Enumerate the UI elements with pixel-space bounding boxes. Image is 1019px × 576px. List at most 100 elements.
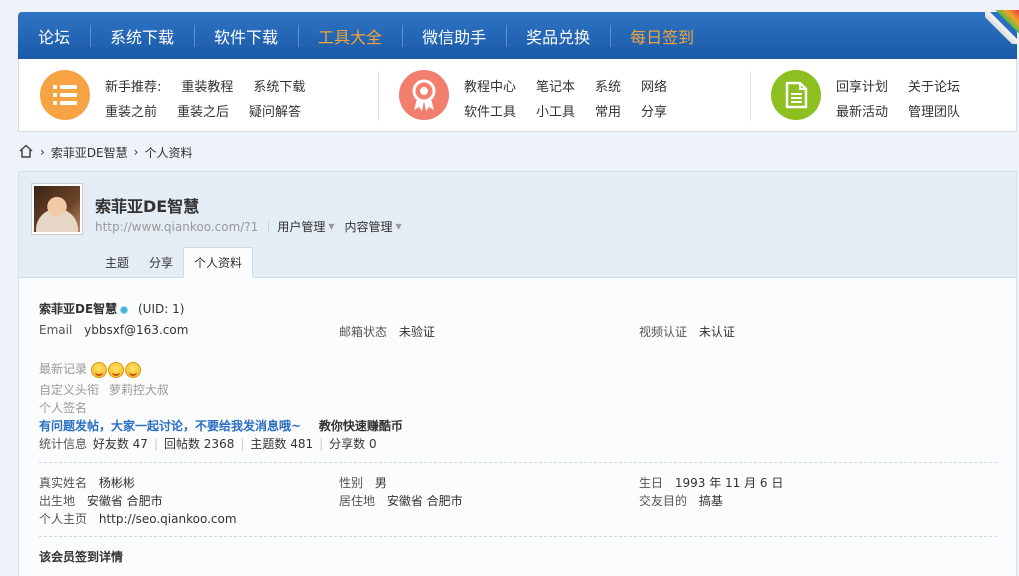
quick-link-laptop[interactable]: 笔记本	[536, 76, 575, 95]
birthday-value: 1993 年 11 月 6 日	[674, 476, 784, 490]
custom-title-value: 萝莉控大叔	[108, 383, 169, 397]
smiley-emoji-icon	[124, 361, 141, 378]
quick-link-faq[interactable]: 疑问解答	[249, 101, 301, 120]
quick-link-system[interactable]: 系统	[595, 76, 621, 95]
signature-label-row: 个人签名	[39, 399, 87, 416]
checkin-title-row: 该会员签到详情	[39, 548, 123, 565]
birthplace-label: 出生地	[39, 494, 76, 508]
breadcrumb-user[interactable]: 索菲亚DE智慧	[51, 144, 128, 161]
tab-profile[interactable]: 个人资料	[183, 247, 254, 278]
homepage-link[interactable]: http://seo.qiankoo.com	[99, 512, 237, 526]
signature-row: 有问题发帖，大家一起讨论，不要给我发消息哦~ 教你快速赚酷币	[39, 417, 403, 434]
section-divider	[39, 536, 997, 537]
gender-label: 性别	[339, 476, 364, 490]
nav-item-software-download[interactable]: 软件下载	[194, 12, 298, 59]
checkin-title: 该会员签到详情	[39, 550, 124, 564]
nav-item-daily-checkin[interactable]: 每日签到	[610, 12, 714, 59]
quick-link-beginner-label: 新手推荐:	[105, 80, 162, 95]
nav-item-forum[interactable]: 论坛	[18, 12, 90, 59]
stats-row: 统计信息 好友数 47 | 回帖数 2368 | 主题数 481 | 分享数 0	[39, 437, 377, 451]
quick-link-network[interactable]: 网络	[641, 76, 667, 95]
breadcrumb-current: 个人资料	[144, 145, 193, 160]
tab-threads[interactable]: 主题	[95, 247, 139, 278]
uid-text: (UID: 1)	[138, 302, 185, 316]
email-value: ybbsxf@163.com	[84, 323, 189, 337]
shares-count[interactable]: 分享数 0	[329, 437, 376, 451]
award-icon	[399, 70, 449, 120]
quick-link-system-download[interactable]: 系统下载	[253, 76, 305, 95]
quick-link-common[interactable]: 常用	[595, 101, 621, 120]
residence-row: 居住地 安徽省 合肥市	[339, 492, 463, 509]
profile-url[interactable]: http://www.qiankoo.com/?1	[95, 220, 258, 234]
section-divider	[39, 462, 997, 463]
realname-value: 杨彬彬	[98, 476, 135, 490]
residence-label: 居住地	[339, 494, 376, 508]
nav-item-system-download[interactable]: 系统下载	[90, 12, 194, 59]
user-management-menu[interactable]: 用户管理 ▼	[277, 218, 334, 235]
email-row: Email ybbsxf@163.com	[39, 323, 188, 337]
user-management-label: 用户管理	[277, 220, 326, 234]
quick-link-share-plan[interactable]: 回享计划	[836, 76, 888, 95]
recent-row: 最新记录	[39, 360, 142, 378]
page-curl-icon[interactable]	[985, 10, 1019, 44]
content-management-menu[interactable]: 内容管理 ▼	[344, 218, 401, 235]
uid-row: 索菲亚DE智慧 (UID: 1)	[39, 300, 184, 317]
caret-down-icon: ▼	[395, 222, 402, 231]
birthday-row: 生日 1993 年 11 月 6 日	[639, 474, 783, 491]
friends-count[interactable]: 好友数 47	[93, 437, 148, 451]
quick-nav-panel: 新手推荐: 重装教程 系统下载 重装之前 重装之后 疑问解答 教程中心 笔记本 …	[18, 59, 1017, 132]
mail-status-value: 未验证	[398, 325, 435, 339]
quick-link-tutorial-center[interactable]: 教程中心	[464, 76, 516, 95]
recent-label: 最新记录	[39, 362, 88, 376]
content-management-label: 内容管理	[344, 220, 393, 234]
quick-link-management-team[interactable]: 管理团队	[908, 101, 960, 120]
nav-item-prize-exchange[interactable]: 奖品兑换	[506, 12, 610, 59]
signature-label: 个人签名	[39, 401, 88, 415]
nav-item-wechat-assistant[interactable]: 微信助手	[402, 12, 506, 59]
document-icon	[771, 70, 821, 120]
signature-text[interactable]: 有问题发帖，大家一起讨论，不要给我发消息哦~	[39, 419, 301, 433]
video-status-row: 视频认证 未认证	[639, 323, 735, 340]
quick-link-share[interactable]: 分享	[641, 101, 667, 120]
profile-body-username: 索菲亚DE智慧	[39, 302, 118, 316]
realname-label: 真实姓名	[39, 476, 88, 490]
caret-down-icon: ▼	[328, 222, 335, 231]
email-label: Email	[39, 323, 73, 337]
home-icon[interactable]	[18, 143, 34, 162]
video-auth-value: 未认证	[698, 325, 735, 339]
tab-shares[interactable]: 分享	[139, 247, 183, 278]
residence-value: 安徽省 合肥市	[386, 494, 463, 508]
nav-item-tools[interactable]: 工具大全	[298, 12, 402, 59]
stats-label: 统计信息	[39, 437, 88, 451]
quick-link-about-forum[interactable]: 关于论坛	[908, 76, 960, 95]
quick-link-latest-events[interactable]: 最新活动	[836, 101, 888, 120]
profile-tabs: 主题 分享 个人资料	[95, 247, 254, 278]
quick-link-before-reinstall[interactable]: 重装之前	[105, 101, 157, 120]
avatar[interactable]	[31, 183, 83, 235]
quick-link-after-reinstall[interactable]: 重装之后	[177, 101, 229, 120]
smiley-emoji-icon	[90, 361, 107, 378]
quick-link-software-tools[interactable]: 软件工具	[464, 101, 516, 120]
threads-count[interactable]: 主题数 481	[250, 437, 313, 451]
list-icon	[40, 70, 90, 120]
quick-nav-group-tutorials: 教程中心 笔记本 系统 网络 软件工具 小工具 常用 分享	[379, 59, 751, 131]
purpose-value: 搞基	[698, 494, 723, 508]
meta-divider	[268, 220, 270, 233]
profile-meta: http://www.qiankoo.com/?1 用户管理 ▼ 内容管理 ▼	[95, 218, 412, 235]
signature-link[interactable]: 教你快速赚酷币	[319, 419, 403, 433]
homepage-row: 个人主页 http://seo.qiankoo.com	[39, 510, 237, 527]
quick-link-small-tools[interactable]: 小工具	[536, 101, 575, 120]
custom-title-label: 自定义头衔	[39, 383, 100, 397]
breadcrumb: › 索菲亚DE智慧 › 个人资料	[18, 143, 192, 161]
birthday-label: 生日	[639, 476, 664, 490]
profile-username: 索菲亚DE智慧	[95, 197, 200, 216]
quick-link-reinstall-tutorial[interactable]: 重装教程	[181, 76, 233, 95]
replies-count[interactable]: 回帖数 2368	[164, 437, 234, 451]
online-status-icon	[120, 305, 129, 314]
smiley-emoji-icon	[107, 361, 124, 378]
homepage-label: 个人主页	[39, 512, 88, 526]
realname-row: 真实姓名 杨彬彬	[39, 474, 135, 491]
mail-status-row: 邮箱状态 未验证	[339, 323, 435, 340]
purpose-row: 交友目的 搞基	[639, 492, 723, 509]
top-navigation-bar: 论坛 系统下载 软件下载 工具大全 微信助手 奖品兑换 每日签到	[18, 10, 1019, 59]
